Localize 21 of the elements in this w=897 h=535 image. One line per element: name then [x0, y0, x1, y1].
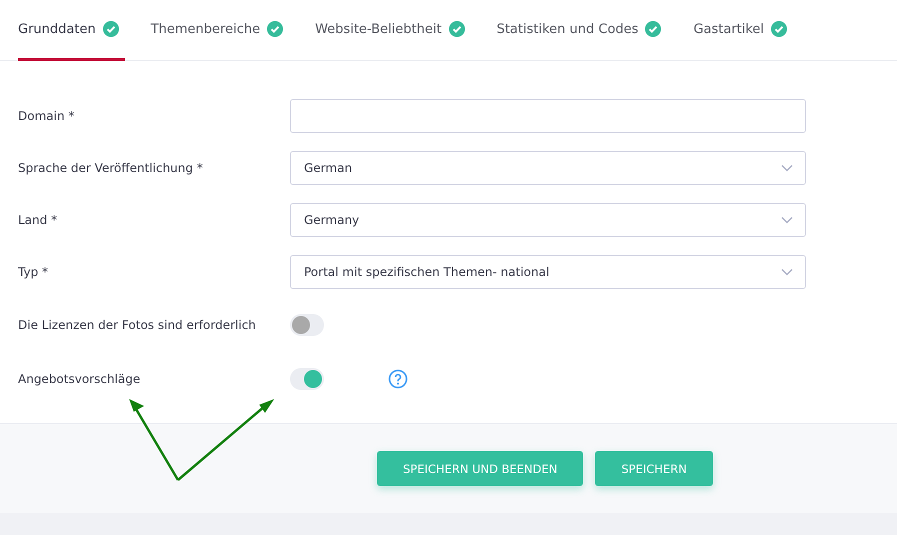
select-field[interactable]: Germany — [290, 203, 806, 237]
chevron-down-icon — [781, 216, 793, 224]
toggle-switch[interactable] — [290, 368, 324, 390]
input-field[interactable] — [290, 99, 806, 133]
field-label: Domain * — [18, 109, 76, 123]
tab[interactable]: Grunddaten — [18, 0, 125, 61]
toggle-switch[interactable] — [290, 314, 324, 336]
chevron-down-icon — [781, 164, 793, 172]
tab[interactable]: Statistiken und Codes — [496, 0, 668, 61]
field-label: Typ * — [18, 265, 49, 279]
tab[interactable]: Website-Beliebtheit — [315, 0, 471, 61]
field-label: Angebotsvorschläge — [18, 372, 142, 386]
field-label: Sprache der Veröffentlichung * — [18, 161, 204, 175]
tab[interactable]: Themenbereiche — [150, 0, 290, 61]
field-label: Land * — [18, 213, 58, 227]
select-field[interactable]: Portal mit spezifischen Themen- national — [290, 255, 806, 289]
help-icon[interactable] — [388, 369, 408, 389]
field-label: Die Lizenzen der Fotos sind erforderlich — [18, 318, 257, 332]
tab[interactable]: Gastartikel — [693, 0, 794, 61]
chevron-down-icon — [781, 268, 793, 276]
select-field[interactable]: German — [290, 151, 806, 185]
